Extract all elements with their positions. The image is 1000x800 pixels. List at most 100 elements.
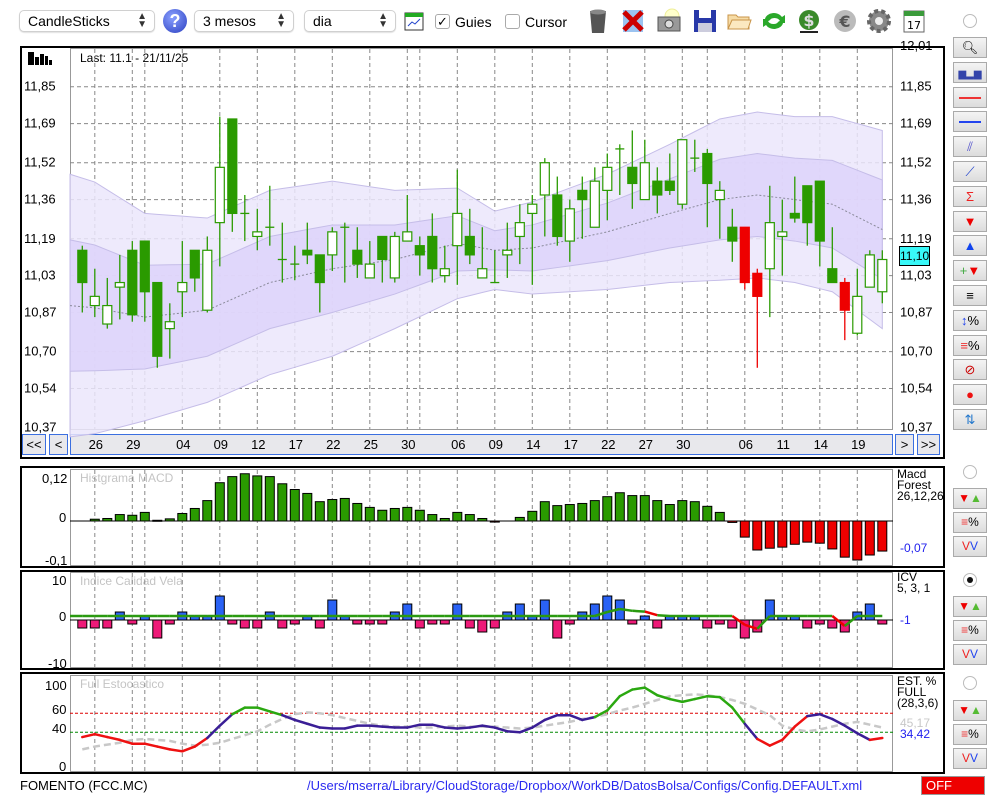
macd-bar bbox=[114, 514, 125, 522]
macd-bar bbox=[802, 520, 813, 543]
cancel-icon: ⊘ bbox=[964, 362, 976, 378]
macd-signals-button[interactable]: ▼▲ bbox=[953, 488, 987, 509]
candle-body bbox=[214, 166, 225, 224]
macd-panel-radio[interactable] bbox=[963, 465, 977, 479]
tool-button-sync[interactable]: ⇅ bbox=[953, 409, 987, 430]
range-percent-icon: ↕% bbox=[960, 312, 980, 328]
macd-bar bbox=[127, 514, 138, 522]
stoch-k-segment bbox=[256, 706, 272, 713]
icv-bar bbox=[364, 619, 375, 625]
stochastic-panel-radio[interactable] bbox=[963, 676, 977, 690]
candle-body bbox=[552, 194, 563, 238]
icv-oscillator-curve-button[interactable]: VV bbox=[953, 644, 987, 665]
tool-button-fibonacci-lines[interactable]: ≡ bbox=[953, 285, 987, 306]
tool-button-range-percent[interactable]: ↕% bbox=[953, 309, 987, 331]
y-tick-label-right: 11,36 bbox=[900, 192, 932, 207]
icv-signals-button[interactable]: ▼▲ bbox=[953, 596, 987, 617]
macd-bar bbox=[564, 504, 575, 522]
tool-button-levels-percent[interactable]: ≡% bbox=[953, 334, 987, 356]
oscillator-curve-icon: VV bbox=[961, 539, 979, 553]
tool-button-record[interactable]: ● bbox=[953, 384, 987, 406]
stoch-k-segment bbox=[631, 686, 647, 691]
tool-button-cancel[interactable]: ⊘ bbox=[953, 359, 987, 381]
y-tick-label-right: 12,01 bbox=[900, 38, 933, 53]
icv-bar bbox=[127, 619, 138, 625]
y-tick-label-right: 11,69 bbox=[900, 116, 932, 131]
tool-button-trendline[interactable]: ⟋ bbox=[953, 161, 987, 182]
candle-body bbox=[727, 226, 738, 242]
stoch-k-segment bbox=[793, 714, 809, 728]
tool-button-blue-hline[interactable] bbox=[953, 111, 987, 133]
icv-bar bbox=[464, 619, 475, 629]
icv-bar bbox=[802, 619, 813, 629]
macd-oscillator-curve-button[interactable]: VV bbox=[953, 536, 987, 557]
macd-bar bbox=[839, 520, 850, 558]
tool-button-channel[interactable]: ⫽ bbox=[953, 136, 987, 158]
oscillator-curve-icon: VV bbox=[961, 647, 979, 661]
stoch-k-segment bbox=[818, 713, 834, 721]
icv-bar bbox=[402, 603, 413, 621]
icv-bar bbox=[827, 619, 838, 629]
macd-bar bbox=[727, 520, 738, 523]
y-tick-label-right: 11,03 bbox=[900, 268, 932, 283]
price-panel-radio[interactable] bbox=[963, 14, 977, 28]
tool-button-red-hline[interactable] bbox=[953, 86, 987, 108]
icv-signal-segment bbox=[657, 613, 670, 618]
macd-bar bbox=[814, 520, 825, 544]
stoch-k-segment bbox=[443, 726, 459, 730]
tool-button-arrow-down[interactable]: ▼ bbox=[953, 210, 987, 232]
macd-bar bbox=[414, 509, 425, 522]
candle-body bbox=[814, 180, 825, 242]
tool-button-add-signal[interactable]: +▼ bbox=[953, 260, 987, 282]
macd-bar bbox=[827, 520, 838, 550]
stochastic-signals-button[interactable]: ▼▲ bbox=[953, 700, 987, 721]
macd-bar bbox=[214, 482, 225, 522]
macd-bar bbox=[239, 473, 250, 522]
icv-bar bbox=[152, 619, 163, 639]
candle-body bbox=[164, 321, 175, 330]
macd-levels-percent-button[interactable]: ≡% bbox=[953, 512, 987, 533]
macd-bar bbox=[189, 507, 200, 522]
stochastic-oscillator-curve-button[interactable]: VV bbox=[953, 748, 987, 769]
candle-body bbox=[627, 166, 638, 185]
candle-body bbox=[564, 208, 575, 242]
macd-bar bbox=[352, 502, 363, 522]
stoch-k-segment bbox=[318, 726, 334, 730]
status-off-button[interactable]: OFF bbox=[921, 776, 985, 795]
candle-body bbox=[89, 295, 100, 307]
macd-bar bbox=[539, 501, 550, 522]
icv-levels-percent-button[interactable]: ≡% bbox=[953, 620, 987, 641]
macd-bar bbox=[627, 495, 638, 522]
icv-bar bbox=[514, 603, 525, 621]
macd-bar bbox=[677, 500, 688, 522]
macd-bar bbox=[314, 501, 325, 522]
oscillator-curve-icon: VV bbox=[961, 751, 979, 765]
icv-bar bbox=[627, 619, 638, 625]
config-path-link[interactable]: /Users/mserra/Library/CloudStorage/Dropb… bbox=[307, 778, 862, 793]
stoch-k-segment bbox=[768, 738, 784, 747]
macd-bar bbox=[552, 505, 563, 522]
y-tick-label-right: 10,54 bbox=[900, 381, 933, 396]
record-icon: ● bbox=[966, 387, 974, 403]
icv-bar bbox=[814, 619, 825, 625]
fibonacci-lines-icon: ≡ bbox=[966, 288, 974, 303]
icv-panel-radio[interactable] bbox=[963, 573, 977, 587]
tool-button-sigma-trendline[interactable]: Σ bbox=[953, 185, 987, 207]
macd-bar bbox=[439, 517, 450, 522]
candle-body bbox=[577, 189, 588, 201]
candle-body bbox=[777, 231, 788, 238]
candle-body bbox=[764, 222, 775, 270]
stochastic-levels-percent-button[interactable]: ≡% bbox=[953, 724, 987, 745]
stoch-k-segment bbox=[218, 713, 234, 727]
y-tick-label-right: 11,52 bbox=[900, 155, 932, 170]
candle-body bbox=[327, 231, 338, 256]
levels-percent-icon: ≡% bbox=[961, 623, 979, 637]
tool-button-magnifier[interactable]: 🔍︎ bbox=[953, 37, 987, 58]
icv-bar bbox=[89, 619, 100, 629]
macd-bar bbox=[402, 506, 413, 522]
macd-bar bbox=[877, 520, 888, 552]
candle-body bbox=[589, 180, 600, 228]
tool-button-indicator-thumbnail[interactable]: ▆▂▆ bbox=[953, 61, 987, 83]
tool-button-arrow-up[interactable]: ▲ bbox=[953, 235, 987, 257]
indicator-thumbnail-icon: ▆▂▆ bbox=[958, 68, 982, 80]
